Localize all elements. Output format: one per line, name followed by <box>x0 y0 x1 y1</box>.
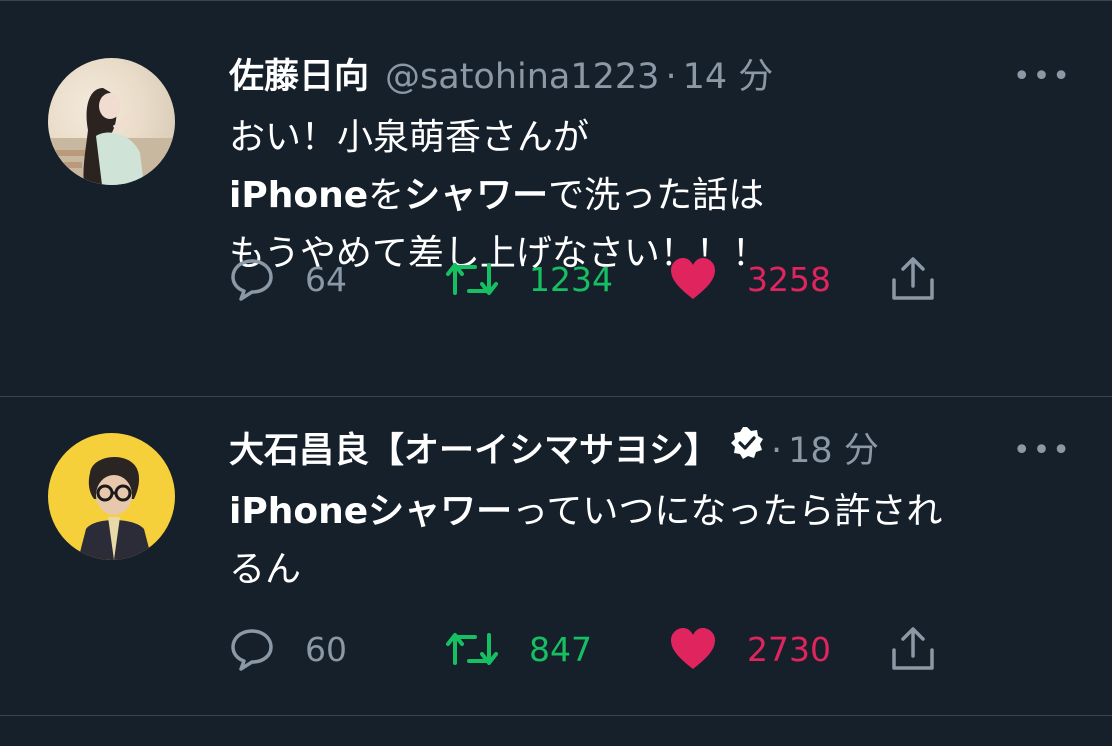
tweet-text-line: iPhoneをシャワーで洗った話は <box>229 167 1072 225</box>
text-segment: っていつになったら許され <box>512 491 943 532</box>
retweet-button[interactable]: 1234 <box>445 249 613 309</box>
text-segment-bold: シャワー <box>368 491 513 532</box>
retweet-arrows-icon <box>446 263 498 295</box>
tweet-text-line: iPhoneシャワーっていつになったら許され <box>229 483 1072 541</box>
like-button[interactable]: 3258 <box>669 249 831 309</box>
tweet[interactable]: 大石昌良【オーイシマサヨシ】 · 18 分 ••• iPhoneシャワーっていつにな… <box>0 396 1112 716</box>
more-dots-icon[interactable]: ••• <box>1013 427 1072 475</box>
text-segment-bold: iPhone <box>229 491 369 532</box>
text-segment: るん <box>229 549 302 590</box>
timestamp[interactable]: 14 分 <box>683 57 774 97</box>
retweet-button[interactable]: 847 <box>445 619 592 679</box>
timestamp[interactable]: 18 分 <box>788 431 879 471</box>
share-upload-icon <box>892 627 934 670</box>
avatar[interactable] <box>48 58 175 185</box>
display-name[interactable]: 大石昌良【オーイシマサヨシ】 <box>229 431 719 471</box>
heart-icon <box>671 258 715 299</box>
action-bar: 60 847 2730 <box>229 619 989 679</box>
text-segment: を <box>368 175 405 216</box>
share-button[interactable] <box>889 249 937 309</box>
reply-button[interactable]: 64 <box>229 249 347 309</box>
text-segment-bold: iPhone <box>229 175 369 216</box>
speech-bubble-icon <box>231 629 273 671</box>
verified-badge-icon <box>729 425 765 474</box>
retweet-count: 847 <box>529 629 592 669</box>
like-count: 2730 <box>747 629 831 669</box>
display-name[interactable]: 佐藤日向 <box>229 57 369 97</box>
retweet-count: 1234 <box>529 259 613 299</box>
heart-icon <box>671 628 715 669</box>
retweet-arrows-icon <box>446 633 498 665</box>
tweet-header: 大石昌良【オーイシマサヨシ】 · 18 分 ••• <box>229 425 1072 475</box>
handle[interactable]: @satohina1223 <box>385 57 659 97</box>
tweet-text-line: おい！小泉萌香さんが <box>229 109 1072 167</box>
speech-bubble-icon <box>231 259 273 301</box>
tweet[interactable]: 佐藤日向 @satohina1223 · 14 分 ••• おい！小泉萌香さんが iP… <box>0 0 1112 396</box>
tweet-text: iPhoneシャワーっていつになったら許され るん <box>229 483 1072 599</box>
avatar[interactable] <box>48 433 175 560</box>
tweet-text-line: るん <box>229 541 1072 599</box>
share-upload-icon <box>892 257 934 300</box>
separator-dot: · <box>665 57 677 97</box>
share-button[interactable] <box>889 619 937 679</box>
action-bar: 64 1234 3258 <box>229 249 989 309</box>
reply-count: 60 <box>305 629 347 669</box>
reply-button[interactable]: 60 <box>229 619 347 679</box>
text-segment: で洗った話は <box>548 175 765 216</box>
like-button[interactable]: 2730 <box>669 619 831 679</box>
reply-count: 64 <box>305 259 347 299</box>
separator-dot: · <box>771 431 783 471</box>
like-count: 3258 <box>747 259 831 299</box>
more-dots-icon[interactable]: ••• <box>1013 53 1072 101</box>
tweet-header: 佐藤日向 @satohina1223 · 14 分 ••• <box>229 53 1072 101</box>
text-segment: おい！小泉萌香さんが <box>229 117 590 158</box>
text-segment-bold: シャワー <box>404 175 549 216</box>
